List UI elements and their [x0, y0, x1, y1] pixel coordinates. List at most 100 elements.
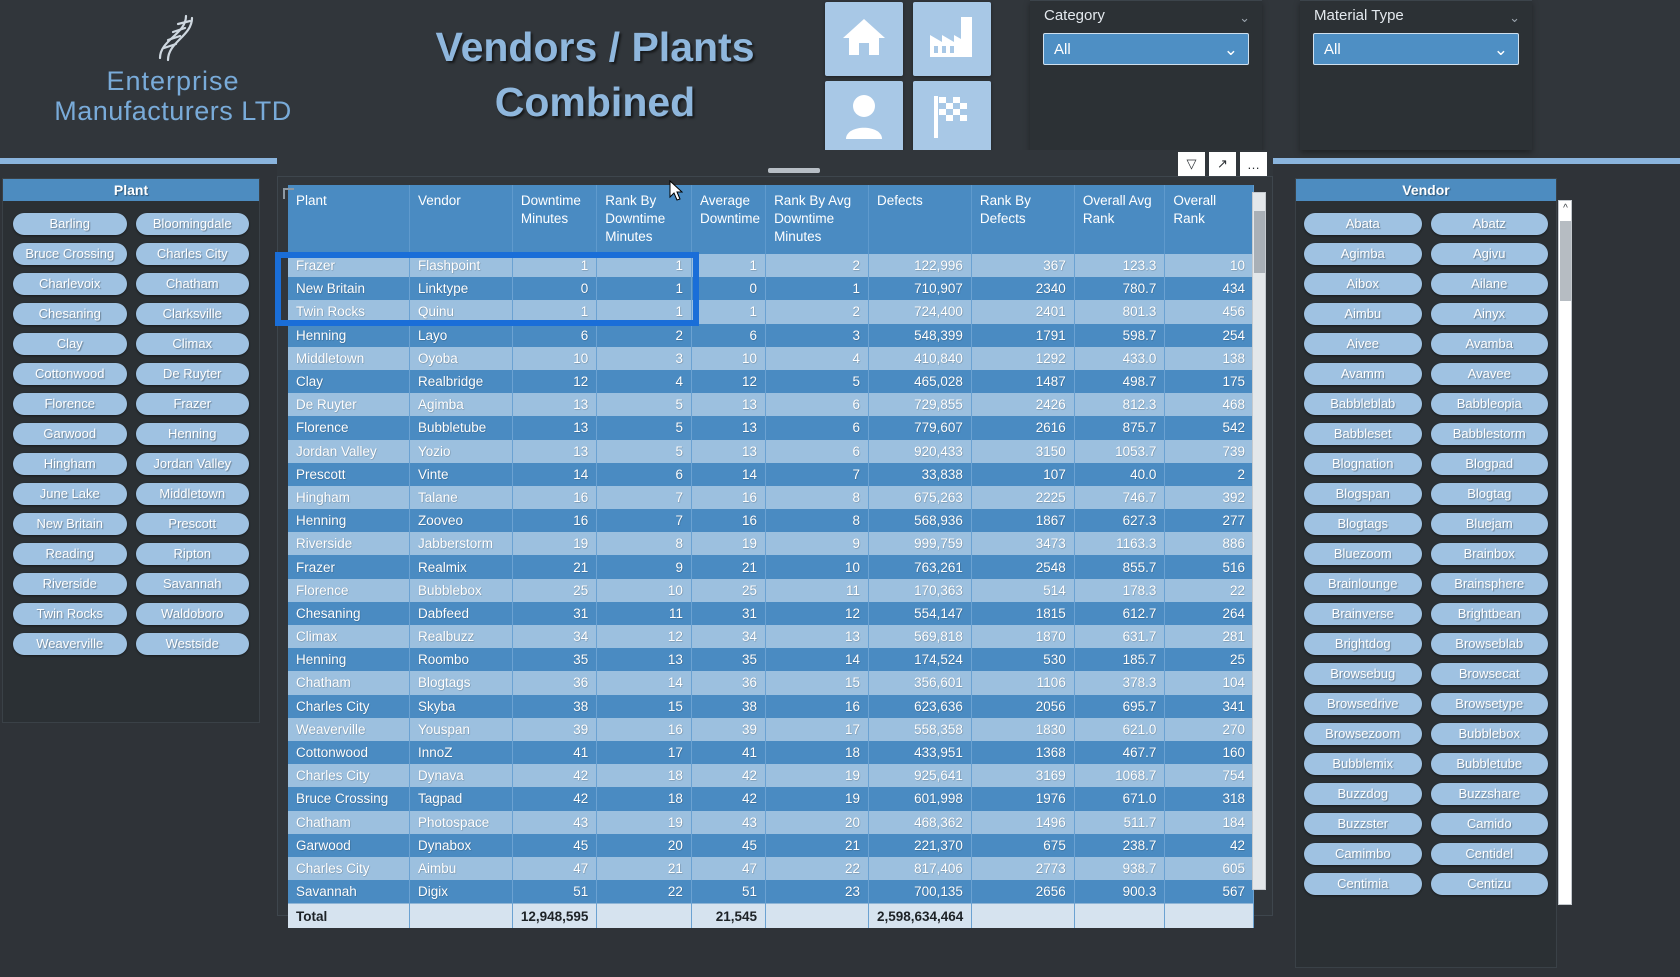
nav-performance-button[interactable]	[913, 81, 991, 155]
table-row[interactable]: Charles City Dynava 42 18 42 19 925,641 3169 106…	[288, 764, 1254, 788]
vendor-chip[interactable]: Centimia	[1304, 873, 1422, 895]
vendor-chip[interactable]: Centizu	[1430, 873, 1548, 895]
table-row[interactable]: Weaverville Youspan 39 16 39 17 558,358 1830 621…	[288, 717, 1254, 741]
table-row[interactable]: Hingham Talane 16 7 16 8 675,263 2225 746.7 392	[288, 485, 1254, 510]
vendor-chip[interactable]: Aibox	[1304, 273, 1422, 295]
plant-chip[interactable]: Riverside	[13, 573, 127, 595]
vendor-chip[interactable]: Brainverse	[1304, 603, 1422, 625]
table-row[interactable]: Henning Roombo 35 13 35 14 174,524 530 185.7 25	[288, 648, 1254, 672]
plant-chip[interactable]: Clay	[13, 333, 127, 355]
column-header[interactable]: Overall Avg Rank	[1074, 185, 1166, 254]
table-row[interactable]: Florence Bubblebox 25 10 25 11 170,363 514 178.3…	[288, 578, 1254, 602]
vendor-chip[interactable]: Browsebug	[1304, 663, 1422, 685]
plant-chip[interactable]: Middletown	[135, 483, 249, 505]
plant-chip[interactable]: Chesaning	[13, 303, 127, 325]
plant-chip[interactable]: Twin Rocks	[13, 603, 127, 625]
vendor-chip[interactable]: Aimbu	[1304, 303, 1422, 325]
vendor-chip[interactable]: Brainlounge	[1304, 573, 1422, 595]
table-row[interactable]: Chatham Blogtags 36 14 36 15 356,601 1106 378.3 1…	[288, 671, 1254, 695]
table-row[interactable]: Charles City Skyba 38 15 38 16 623,636 2056 695.…	[288, 694, 1254, 718]
plant-chip[interactable]: Frazer	[135, 393, 249, 415]
category-dropdown[interactable]: All ⌄	[1043, 33, 1249, 65]
vendor-chip[interactable]: Buzzdog	[1304, 783, 1422, 805]
plant-chip[interactable]: Clarksville	[135, 303, 249, 325]
vendor-chip[interactable]: Babbleblab	[1304, 393, 1422, 415]
plant-chip[interactable]: Henning	[135, 423, 249, 445]
plant-chip[interactable]: Waldoboro	[135, 603, 249, 625]
plant-chip[interactable]: Reading	[13, 543, 127, 565]
vendor-chip[interactable]: Babblestorm	[1430, 423, 1548, 445]
vendor-chip[interactable]: Browsecat	[1430, 663, 1548, 685]
vendor-chip[interactable]: Abatz	[1430, 213, 1548, 235]
vendor-chip[interactable]: Agivu	[1430, 243, 1548, 265]
vendor-chip[interactable]: Bluezoom	[1304, 543, 1422, 565]
vendor-chip[interactable]: Avavee	[1430, 363, 1548, 385]
vendor-chip[interactable]: Brainbox	[1430, 543, 1548, 565]
visual-resize-corner[interactable]	[283, 188, 294, 199]
vendor-chip[interactable]: Blogtags	[1304, 513, 1422, 535]
column-header[interactable]: Vendor	[409, 185, 513, 254]
plant-chip[interactable]: Ripton	[135, 543, 249, 565]
table-row[interactable]: Jordan Valley Yozio 13 5 13 6 920,433 3150 1053.…	[288, 439, 1254, 463]
nav-vendors-button[interactable]	[825, 81, 903, 155]
vendor-chip[interactable]: Browsedrive	[1304, 693, 1422, 715]
vendor-chip[interactable]: Ainyx	[1430, 303, 1548, 325]
plant-chip[interactable]: Jordan Valley	[135, 453, 249, 475]
vendor-chip[interactable]: Brainsphere	[1430, 573, 1548, 595]
vendor-chip[interactable]: Camimbo	[1304, 843, 1422, 865]
table-row[interactable]: Henning Zooveo 16 7 16 8 568,936 1867 627.3 277	[288, 509, 1254, 533]
vendor-chip[interactable]: Buzzster	[1304, 813, 1422, 835]
table-vertical-scroll-thumb[interactable]	[1254, 211, 1265, 273]
table-row[interactable]: Prescott Vinte 14 6 14 7 33,838 107 40.0 2	[288, 462, 1254, 486]
vendor-chip[interactable]: Camido	[1430, 813, 1548, 835]
column-header[interactable]: Defects	[868, 185, 972, 254]
plant-chip[interactable]: Florence	[13, 393, 127, 415]
plant-chip[interactable]: Climax	[135, 333, 249, 355]
plant-chip[interactable]: Barling	[13, 213, 127, 235]
plant-chip[interactable]: Westside	[135, 633, 249, 655]
plant-chip[interactable]: Savannah	[135, 573, 249, 595]
nav-home-button[interactable]	[825, 2, 903, 76]
column-header[interactable]: Downtime Minutes	[512, 185, 598, 254]
table-vertical-scrollbar[interactable]	[1252, 192, 1266, 890]
table-horizontal-scrollbar[interactable]	[286, 167, 1242, 175]
vendor-chip[interactable]: Brightdog	[1304, 633, 1422, 655]
vendor-slicer-scrollbar[interactable]: ^	[1558, 200, 1572, 905]
table-row[interactable]: Florence Bubbletube 13 5 13 6 779,607 2616 875.7…	[288, 416, 1254, 440]
table-row[interactable]: Middletown Oyoba 10 3 10 4 410,840 1292 433.0 138	[288, 346, 1254, 370]
more-options-icon[interactable]: …	[1240, 152, 1267, 176]
vendor-chip[interactable]: Bluejam	[1430, 513, 1548, 535]
chevron-up-icon[interactable]: ^	[1559, 201, 1572, 217]
table-row[interactable]: Garwood Dynabox 45 20 45 21 221,370 675 238.7 42	[288, 833, 1254, 857]
table-row[interactable]: Henning Layo 6 2 6 3 548,399 1791 598.7 254	[288, 323, 1254, 347]
vendor-chip[interactable]: Buzzshare	[1430, 783, 1548, 805]
vendor-chip[interactable]: Bubbletube	[1430, 753, 1548, 775]
column-header[interactable]: Rank By Avg Downtime Minutes	[765, 185, 869, 254]
vendor-slicer-scroll-thumb[interactable]	[1560, 221, 1571, 301]
column-header[interactable]: Plant	[288, 185, 410, 254]
plant-chip[interactable]: Bruce Crossing	[13, 243, 127, 265]
vendor-chip[interactable]: Avamba	[1430, 333, 1548, 355]
plant-chip[interactable]: Weaverville	[13, 633, 127, 655]
vendor-chip[interactable]: Agimba	[1304, 243, 1422, 265]
vendor-chip[interactable]: Blogtag	[1430, 483, 1548, 505]
plant-chip[interactable]: Cottonwood	[13, 363, 127, 385]
table-row[interactable]: Twin Rocks Quinu 1 1 1 2 724,400 2401 801.3 456	[288, 300, 1254, 324]
table-row[interactable]: Bruce Crossing Tagpad 42 18 42 19 601,998 1976 6…	[288, 787, 1254, 811]
chevron-down-icon[interactable]: ⌄	[1509, 10, 1520, 26]
vendor-chip[interactable]: Browseblab	[1430, 633, 1548, 655]
vendor-chip[interactable]: Browsezoom	[1304, 723, 1422, 745]
plant-chip[interactable]: De Ruyter	[135, 363, 249, 385]
table-row[interactable]: Climax Realbuzz 34 12 34 13 569,818 1870 631.7 28…	[288, 625, 1254, 649]
vendor-chip[interactable]: Blogpad	[1430, 453, 1548, 475]
plant-chip[interactable]: Garwood	[13, 423, 127, 445]
vendor-chip[interactable]: Aivee	[1304, 333, 1422, 355]
table-row[interactable]: Savannah Digix 51 22 51 23 700,135 2656 900.3 567	[288, 880, 1254, 904]
plant-chip[interactable]: Prescott	[135, 513, 249, 535]
plant-chip[interactable]: Bloomingdale	[135, 213, 249, 235]
vendor-chip[interactable]: Blognation	[1304, 453, 1422, 475]
table-row[interactable]: Charles City Aimbu 47 21 47 22 817,406 2773 938.…	[288, 856, 1254, 881]
plant-chip[interactable]: Chatham	[135, 273, 249, 295]
table-horizontal-scroll-thumb[interactable]	[768, 168, 820, 173]
vendor-chip[interactable]: Bubblemix	[1304, 753, 1422, 775]
